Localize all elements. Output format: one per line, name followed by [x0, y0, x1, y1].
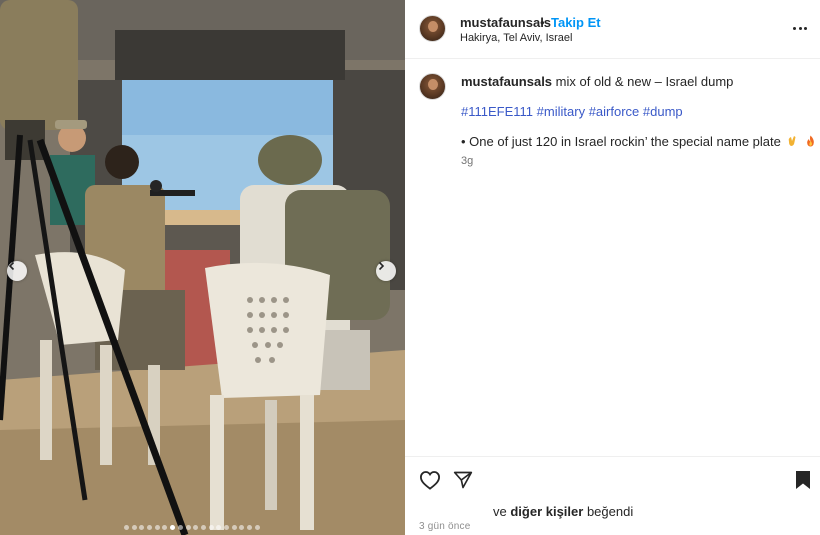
carousel-dot: [139, 525, 145, 530]
post-image: [0, 0, 405, 535]
carousel-dot: [239, 525, 245, 530]
hashtag-link[interactable]: #military: [537, 104, 585, 119]
likes-others-link[interactable]: diğer kişiler: [510, 504, 583, 519]
hashtag-link[interactable]: #111EFE111: [461, 104, 533, 119]
carousel-dot: [185, 525, 191, 530]
carousel-dot: [170, 525, 176, 530]
post-details-panel: mustafaunsals • Takip Et Hakirya, Tel Av…: [405, 0, 820, 535]
hashtag-list: #111EFE111 #military #airforce #dump: [461, 104, 683, 119]
carousel-dot: [208, 525, 214, 530]
post-timestamp[interactable]: 3 gün önce: [419, 521, 471, 532]
post-photo[interactable]: [0, 0, 405, 535]
caption-line: mustafaunsals mix of old & new – Israel …: [461, 74, 733, 89]
carousel-dot: [147, 525, 153, 530]
carousel-next-button[interactable]: [376, 261, 396, 281]
caption-note-text: • One of just 120 in Israel rockin’ the …: [461, 134, 781, 149]
avatar[interactable]: [419, 15, 446, 42]
fire-emoji: [807, 135, 814, 147]
follow-button[interactable]: Takip Et: [551, 15, 601, 30]
carousel-dot: [200, 525, 206, 530]
likes-suffix: beğendi: [583, 504, 634, 519]
username-link[interactable]: mustafaunsals: [460, 15, 551, 30]
ok-hand-emoji: [789, 136, 796, 146]
location-link[interactable]: Hakirya, Tel Aviv, Israel: [460, 32, 573, 44]
caption-text: mix of old & new – Israel dump: [552, 74, 734, 89]
hashtag-link[interactable]: #dump: [643, 104, 683, 119]
more-options-icon[interactable]: [791, 20, 809, 38]
send-icon[interactable]: [453, 470, 473, 490]
heart-icon[interactable]: [419, 470, 441, 490]
post-header: mustafaunsals • Takip Et Hakirya, Tel Av…: [405, 0, 820, 59]
carousel-dot: [177, 525, 183, 530]
carousel-dot: [223, 525, 229, 530]
carousel-dot: [254, 525, 260, 530]
carousel-dot: [154, 525, 160, 530]
likes-summary[interactable]: ve diğer kişiler beğendi: [493, 504, 633, 519]
carousel-dot: [131, 525, 137, 530]
carousel-dot: [124, 525, 129, 530]
chevron-right-icon: [378, 261, 385, 271]
hashtag-link[interactable]: #airforce: [589, 104, 640, 119]
caption-avatar[interactable]: [419, 73, 446, 100]
carousel-dot: [247, 525, 252, 530]
carousel-dot: [193, 525, 199, 530]
carousel-indicator: [124, 525, 260, 530]
bookmark-icon[interactable]: [795, 470, 811, 490]
separator-dot: •: [540, 15, 545, 30]
comment-time: 3g: [461, 155, 474, 167]
chevron-left-icon: [8, 261, 15, 271]
carousel-dot: [231, 525, 237, 530]
carousel-dot: [216, 525, 222, 530]
action-bar: ve diğer kişiler beğendi 3 gün önce: [405, 456, 820, 535]
likes-prefix: ve: [493, 504, 511, 519]
carousel-dot: [162, 525, 168, 530]
caption-username[interactable]: mustafaunsals: [461, 74, 552, 89]
caption-note: • One of just 120 in Israel rockin’ the …: [461, 134, 816, 149]
carousel-prev-button[interactable]: [7, 261, 27, 281]
